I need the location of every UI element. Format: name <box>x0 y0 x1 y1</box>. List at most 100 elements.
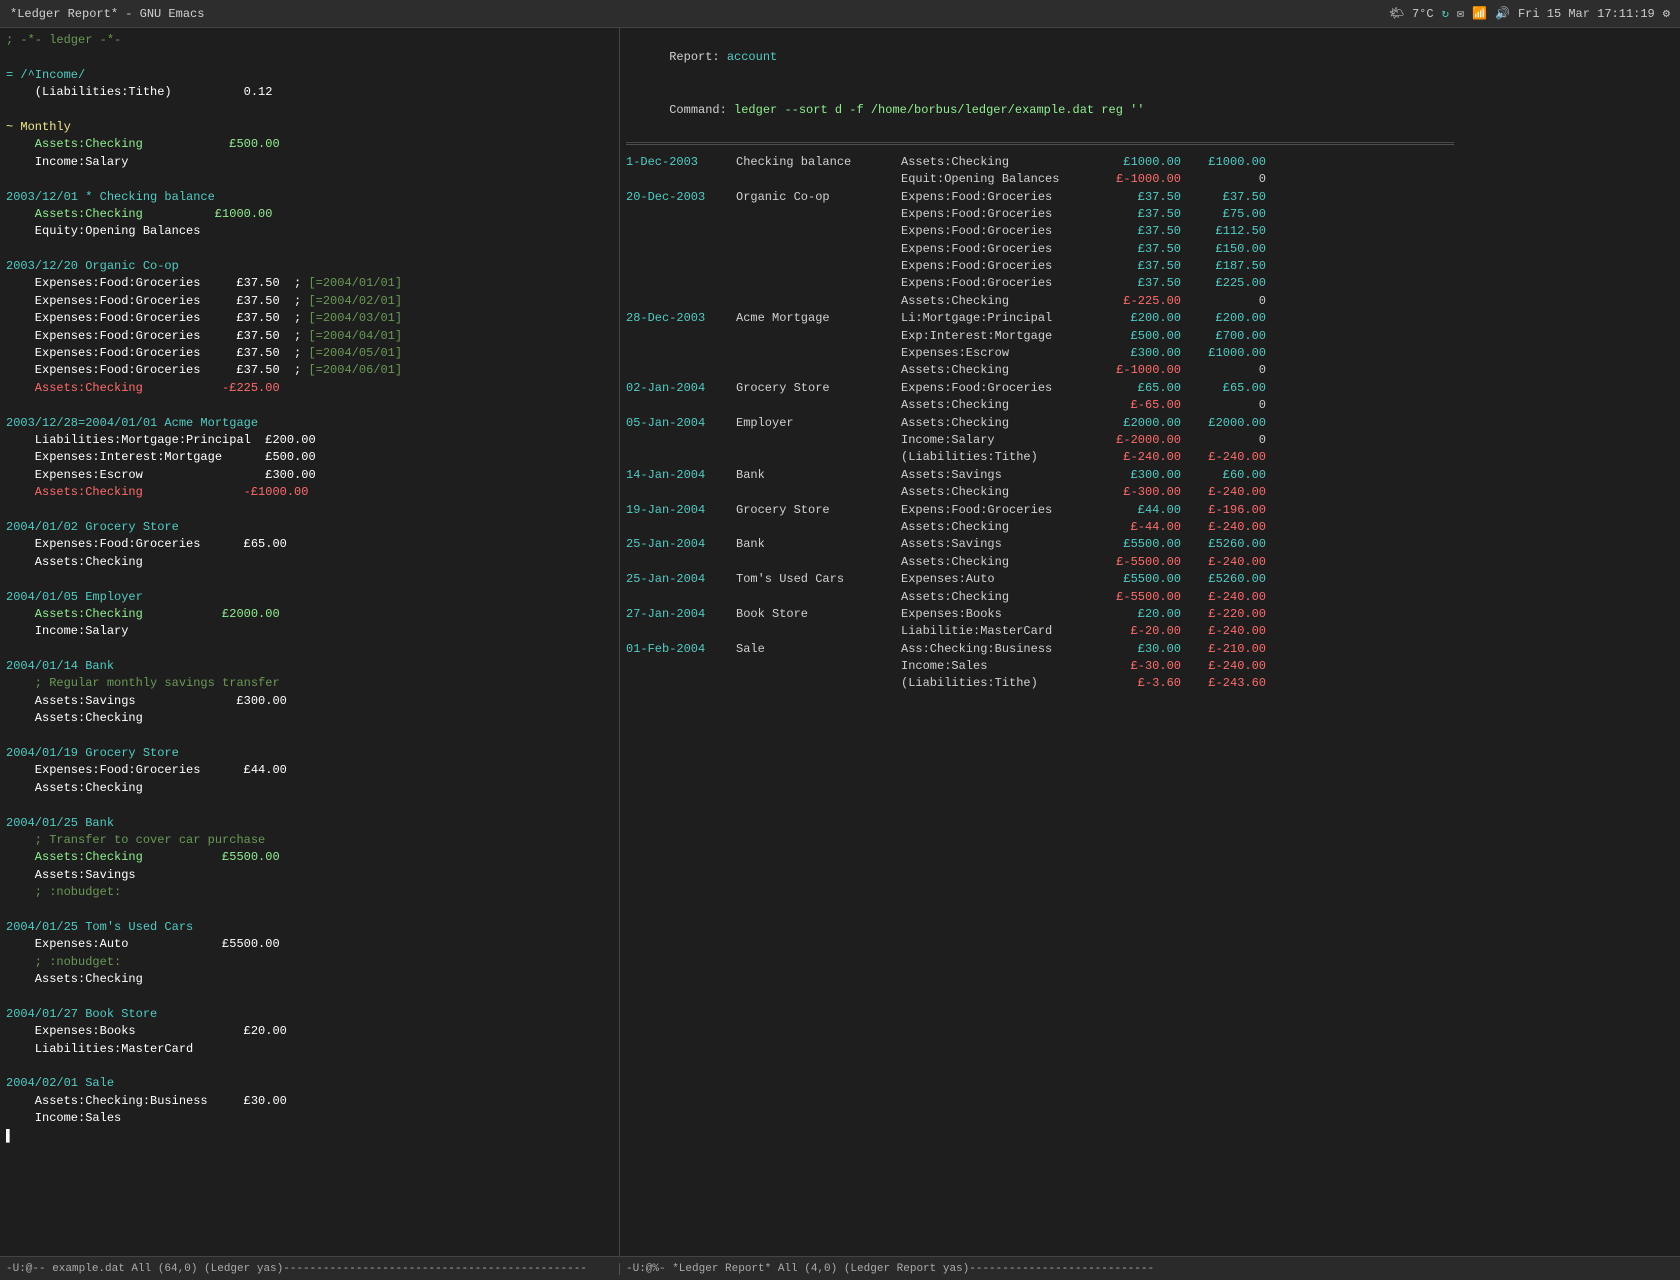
left-pane[interactable]: ; -*- ledger -*- = /^Income/ (Liabilitie… <box>0 28 620 1256</box>
row-payee <box>736 623 901 640</box>
row-running: £-240.00 <box>1181 658 1266 675</box>
tx-20031220-g2: Expenses:Food:Groceries £37.50 ; [=2004/… <box>6 293 613 310</box>
tx-20040102: 2004/01/02 Grocery Store <box>6 519 613 536</box>
report-row: Liabilitie:MasterCard £-20.00 £-240.00 <box>626 623 1674 640</box>
row-amount: £44.00 <box>1096 502 1181 519</box>
blank <box>6 902 613 919</box>
row-date <box>626 589 736 606</box>
report-row: 02-Jan-2004 Grocery Store Expens:Food:Gr… <box>626 380 1674 397</box>
report-row: Assets:Checking £-1000.00 0 <box>626 362 1674 379</box>
settings-icon[interactable]: ⚙ <box>1663 6 1670 21</box>
row-account: Assets:Checking <box>901 293 1096 310</box>
row-date <box>626 258 736 275</box>
report-row: Assets:Checking £-44.00 £-240.00 <box>626 519 1674 536</box>
network-icon[interactable]: 📶 <box>1472 6 1487 21</box>
row-payee: Organic Co-op <box>736 189 901 206</box>
row-payee: Bank <box>736 467 901 484</box>
report-type: account <box>727 50 777 64</box>
row-amount: £300.00 <box>1096 345 1181 362</box>
temperature: 7°C <box>1412 7 1434 21</box>
refresh-icon[interactable]: ↻ <box>1442 6 1449 21</box>
tx-20040127-books: Expenses:Books £20.00 <box>6 1023 613 1040</box>
report-row: 28-Dec-2003 Acme Mortgage Li:Mortgage:Pr… <box>626 310 1674 327</box>
row-payee <box>736 449 901 466</box>
row-running: £1000.00 <box>1181 345 1266 362</box>
row-payee <box>736 554 901 571</box>
row-amount: £37.50 <box>1096 241 1181 258</box>
command-value: ledger --sort d -f /home/borbus/ledger/e… <box>734 103 1144 117</box>
tx-20031201: 2003/12/01 * Checking balance <box>6 189 613 206</box>
row-amount: £-1000.00 <box>1096 362 1181 379</box>
row-date <box>626 293 736 310</box>
row-account: Li:Mortgage:Principal <box>901 310 1096 327</box>
row-account: Income:Salary <box>901 432 1096 449</box>
row-running: £2000.00 <box>1181 415 1266 432</box>
blank <box>6 102 613 119</box>
row-amount: £37.50 <box>1096 223 1181 240</box>
row-running: 0 <box>1181 397 1266 414</box>
row-payee: Acme Mortgage <box>736 310 901 327</box>
tx-20031220-g6: Expenses:Food:Groceries £37.50 ; [=2004/… <box>6 362 613 379</box>
row-account: Assets:Checking <box>901 589 1096 606</box>
report-row: 20-Dec-2003 Organic Co-op Expens:Food:Gr… <box>626 189 1674 206</box>
blank <box>6 49 613 66</box>
row-date: 25-Jan-2004 <box>626 571 736 588</box>
tx-20031228-interest: Expenses:Interest:Mortgage £500.00 <box>6 449 613 466</box>
report-row: 14-Jan-2004 Bank Assets:Savings £300.00 … <box>626 467 1674 484</box>
row-account: Assets:Checking <box>901 154 1096 171</box>
row-running: £112.50 <box>1181 223 1266 240</box>
row-running: £225.00 <box>1181 275 1266 292</box>
report-row: Assets:Checking £-5500.00 £-240.00 <box>626 554 1674 571</box>
report-row: Expens:Food:Groceries £37.50 £187.50 <box>626 258 1674 275</box>
row-account: Expens:Food:Groceries <box>901 206 1096 223</box>
row-account: Ass:Checking:Business <box>901 641 1096 658</box>
row-payee <box>736 241 901 258</box>
row-account: Expens:Food:Groceries <box>901 380 1096 397</box>
tx-20040114-comment: ; Regular monthly savings transfer <box>6 675 613 692</box>
report-row: Equit:Opening Balances £-1000.00 0 <box>626 171 1674 188</box>
row-running: £150.00 <box>1181 241 1266 258</box>
tx-20040119-groceries: Expenses:Food:Groceries £44.00 <box>6 762 613 779</box>
mail-icon[interactable]: ✉ <box>1457 6 1464 21</box>
report-row: Expens:Food:Groceries £37.50 £75.00 <box>626 206 1674 223</box>
row-payee <box>736 484 901 501</box>
row-account: Income:Sales <box>901 658 1096 675</box>
report-row: Assets:Checking £-300.00 £-240.00 <box>626 484 1674 501</box>
row-amount: £37.50 <box>1096 275 1181 292</box>
row-date <box>626 675 736 692</box>
row-amount: £37.50 <box>1096 189 1181 206</box>
row-running: £75.00 <box>1181 206 1266 223</box>
row-date: 01-Feb-2004 <box>626 641 736 658</box>
row-payee: Tom's Used Cars <box>736 571 901 588</box>
row-payee <box>736 293 901 310</box>
row-running: £200.00 <box>1181 310 1266 327</box>
blank <box>6 171 613 188</box>
row-running: 0 <box>1181 171 1266 188</box>
volume-icon[interactable]: 🔊 <box>1495 6 1510 21</box>
tx-20031220-g5: Expenses:Food:Groceries £37.50 ; [=2004/… <box>6 345 613 362</box>
row-payee <box>736 206 901 223</box>
row-payee <box>736 432 901 449</box>
main-area: ; -*- ledger -*- = /^Income/ (Liabilitie… <box>0 28 1680 1256</box>
report-row: Assets:Checking £-65.00 0 <box>626 397 1674 414</box>
row-payee <box>736 223 901 240</box>
blank <box>6 502 613 519</box>
row-date <box>626 362 736 379</box>
row-account: Liabilitie:MasterCard <box>901 623 1096 640</box>
row-account: Expens:Food:Groceries <box>901 258 1096 275</box>
report-row: Exp:Interest:Mortgage £500.00 £700.00 <box>626 328 1674 345</box>
report-row: Income:Salary £-2000.00 0 <box>626 432 1674 449</box>
row-date <box>626 658 736 675</box>
clock: Fri 15 Mar 17:11:19 <box>1518 7 1655 21</box>
row-running: 0 <box>1181 362 1266 379</box>
row-running: £-240.00 <box>1181 449 1266 466</box>
tx-20040127-mastercard: Liabilities:MasterCard <box>6 1041 613 1058</box>
tx-20040105-checking: Assets:Checking £2000.00 <box>6 606 613 623</box>
row-account: Assets:Savings <box>901 536 1096 553</box>
tx-20031201-equity: Equity:Opening Balances <box>6 223 613 240</box>
report-row: 19-Jan-2004 Grocery Store Expens:Food:Gr… <box>626 502 1674 519</box>
report-row: Expenses:Escrow £300.00 £1000.00 <box>626 345 1674 362</box>
row-amount: £-2000.00 <box>1096 432 1181 449</box>
row-payee: Employer <box>736 415 901 432</box>
row-account: (Liabilities:Tithe) <box>901 449 1096 466</box>
